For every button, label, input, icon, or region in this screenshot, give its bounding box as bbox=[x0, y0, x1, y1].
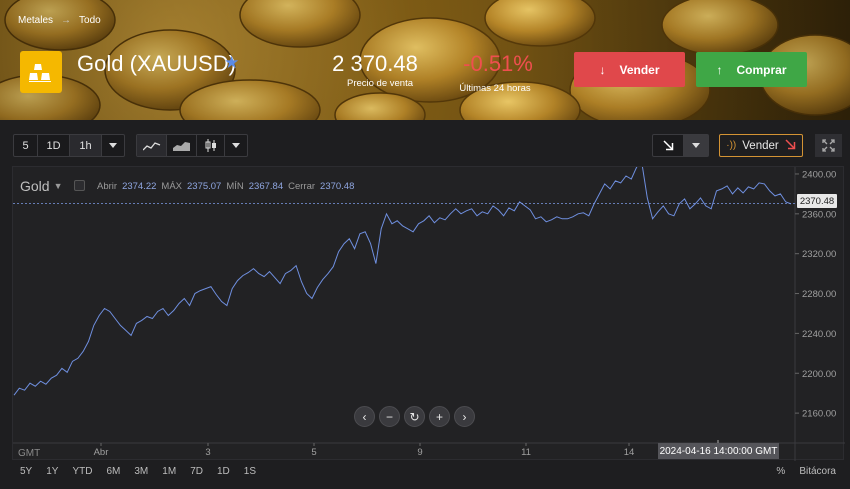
range-1y[interactable]: 1Y bbox=[46, 466, 58, 477]
close-value: 2370.48 bbox=[320, 181, 355, 192]
high-label: MÁX bbox=[161, 181, 182, 192]
chart-symbol: Gold bbox=[20, 178, 50, 194]
y-tick-label: 2320.00 bbox=[802, 249, 836, 260]
x-tick-label: 11 bbox=[521, 447, 531, 458]
breadcrumb-todo[interactable]: Todo bbox=[79, 15, 101, 26]
low-label: MÍN bbox=[226, 181, 244, 192]
chevron-right-icon[interactable]: › bbox=[454, 406, 475, 427]
breadcrumb: Metales → Todo bbox=[18, 15, 101, 26]
range-1m[interactable]: 1M bbox=[162, 466, 176, 477]
price-change: -0.51% bbox=[463, 51, 533, 76]
arrow-up-icon: ↑ bbox=[716, 62, 723, 77]
range-ytd[interactable]: YTD bbox=[72, 466, 92, 477]
y-tick-label: 2280.00 bbox=[802, 289, 836, 300]
open-label: Abrir bbox=[97, 181, 118, 192]
candlestick-chart-icon[interactable] bbox=[197, 135, 225, 156]
range-bar: 5Y 1Y YTD 6M 3M 1M 7D 1D 1S % Bitácora bbox=[12, 462, 844, 480]
price-series-line bbox=[13, 163, 792, 396]
sell-price: 2 370.48 bbox=[332, 51, 418, 76]
arrow-right-icon: → bbox=[61, 15, 72, 26]
trend-dropdown-icon[interactable] bbox=[684, 135, 708, 156]
arrow-down-right-red-icon bbox=[785, 138, 796, 153]
quick-sell-button[interactable]: ·)) Vender bbox=[719, 134, 803, 157]
y-tick-label: 2240.00 bbox=[802, 329, 836, 340]
chart-type-selector bbox=[136, 134, 248, 157]
timezone-label: GMT bbox=[18, 448, 41, 459]
sell-price-label: Precio de venta bbox=[346, 78, 413, 89]
range-buttons: 5Y 1Y YTD 6M 3M 1M 7D 1D 1S bbox=[12, 466, 262, 477]
fullscreen-icon[interactable] bbox=[815, 134, 842, 157]
price-change-label: Últimas 24 horas bbox=[459, 83, 531, 94]
favorite-star-icon[interactable]: ★ bbox=[224, 53, 239, 73]
x-tick-label: Abr bbox=[94, 447, 109, 458]
scale-options: % Bitácora bbox=[776, 462, 836, 480]
open-value: 2374.22 bbox=[122, 181, 157, 192]
buy-button-label: Comprar bbox=[736, 62, 787, 77]
line-chart-icon[interactable] bbox=[137, 135, 167, 156]
caret-down-icon: ▼ bbox=[53, 181, 63, 191]
area-chart-icon[interactable] bbox=[167, 135, 197, 156]
arrow-down-icon: ↓ bbox=[599, 62, 606, 77]
x-tick-label: 9 bbox=[417, 447, 422, 458]
range-7d[interactable]: 7D bbox=[190, 466, 203, 477]
x-tick-label: 14 bbox=[624, 447, 635, 458]
asset-name: Gold (XAUUSD) bbox=[77, 51, 236, 76]
interval-selector: 5 1D 1h bbox=[13, 134, 125, 157]
buy-button[interactable]: ↑ Comprar bbox=[696, 52, 807, 87]
interval-1h[interactable]: 1h bbox=[70, 135, 102, 156]
interval-dropdown-icon[interactable] bbox=[102, 135, 124, 156]
chart-settings-icon[interactable] bbox=[74, 180, 85, 191]
chart-type-dropdown-icon[interactable] bbox=[225, 135, 247, 156]
range-3m[interactable]: 3M bbox=[134, 466, 148, 477]
range-1s[interactable]: 1S bbox=[244, 466, 256, 477]
x-tick-label: 3 bbox=[205, 447, 210, 458]
interval-1d[interactable]: 1D bbox=[38, 135, 70, 156]
y-tick-label: 2200.00 bbox=[802, 369, 836, 380]
arrow-down-right-icon[interactable] bbox=[653, 135, 684, 156]
ohlc-readout: Abrir 2374.22 MÁX 2375.07 MÍN 2367.84 Ce… bbox=[97, 181, 354, 192]
range-5y[interactable]: 5Y bbox=[20, 466, 32, 477]
zoom-controls: ‹ − ↻ + › bbox=[354, 406, 475, 427]
trend-selector bbox=[652, 134, 709, 157]
high-value: 2375.07 bbox=[187, 181, 222, 192]
range-6m[interactable]: 6M bbox=[106, 466, 120, 477]
interval-5[interactable]: 5 bbox=[14, 135, 38, 156]
zoom-in-icon[interactable]: + bbox=[429, 406, 450, 427]
breadcrumb-metales[interactable]: Metales bbox=[18, 15, 53, 26]
current-price-tag: 2370.48 bbox=[797, 194, 837, 208]
sell-button-label: Vender bbox=[619, 62, 660, 77]
y-tick-label: 2360.00 bbox=[802, 209, 836, 220]
x-tick-label: 5 bbox=[311, 447, 316, 458]
low-value: 2367.84 bbox=[248, 181, 284, 192]
close-label: Cerrar bbox=[288, 181, 316, 192]
gold-bars-icon bbox=[20, 51, 62, 93]
y-tick-label: 2160.00 bbox=[802, 409, 836, 420]
log-scale-toggle[interactable]: Bitácora bbox=[799, 466, 836, 477]
percent-scale-toggle[interactable]: % bbox=[776, 466, 785, 477]
chevron-left-icon[interactable]: ‹ bbox=[354, 406, 375, 427]
chart-symbol-selector[interactable]: Gold ▼ bbox=[20, 178, 63, 194]
zoom-out-icon[interactable]: − bbox=[379, 406, 400, 427]
reset-icon[interactable]: ↻ bbox=[404, 406, 425, 427]
y-tick-label: 2400.00 bbox=[802, 169, 836, 180]
quick-sell-label: Vender bbox=[742, 139, 779, 152]
range-1d[interactable]: 1D bbox=[217, 466, 230, 477]
crosshair-date-label: 2024-04-16 14:00:00 GMT bbox=[658, 443, 779, 459]
sell-button[interactable]: ↓ Vender bbox=[574, 52, 685, 87]
signal-icon: ·)) bbox=[726, 140, 737, 151]
